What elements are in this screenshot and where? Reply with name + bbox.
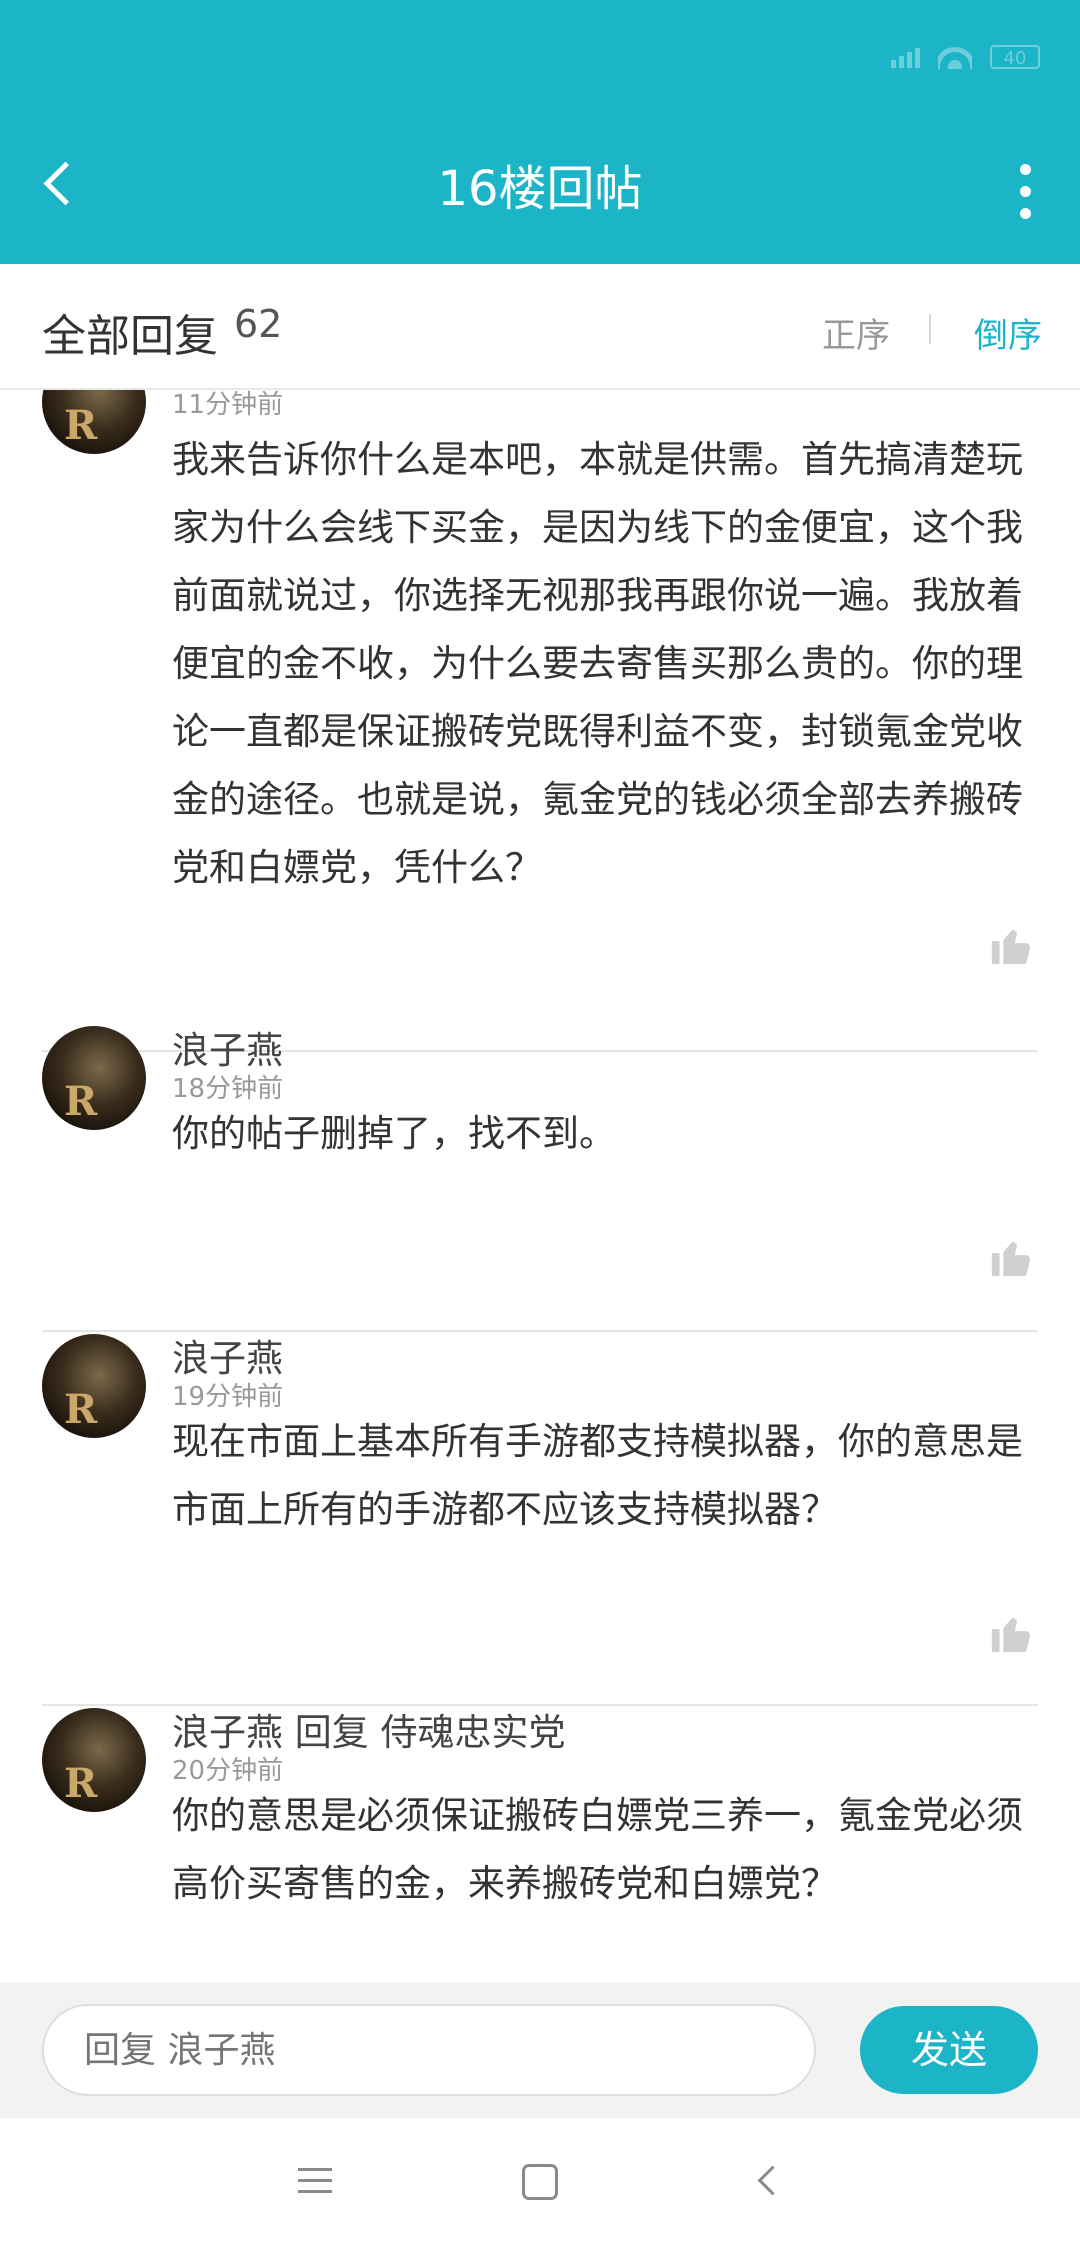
comment-username[interactable]: 浪子燕 回复 侍魂忠实党 xyxy=(172,1702,566,1756)
avatar-letter: R xyxy=(64,402,98,449)
home-icon[interactable] xyxy=(522,2164,558,2200)
avatar-letter: R xyxy=(64,1386,98,1433)
comment-time: 11分钟前 xyxy=(172,390,284,420)
sort-descending-button[interactable]: 倒序 xyxy=(974,308,1042,357)
reply-bar: 发送 xyxy=(0,1982,1080,2118)
avatar[interactable]: R xyxy=(42,1026,146,1130)
avatar-letter: R xyxy=(64,1760,98,1807)
comment-content: 我来告诉你什么是本吧，本就是供需。首先搞清楚玩家为什么会线下买金，是因为线下的金… xyxy=(172,438,1023,889)
replies-header: 全部回复 62 正序 倒序 xyxy=(0,264,1080,390)
nav-back-icon[interactable] xyxy=(752,2164,782,2198)
comment-username[interactable]: 浪子燕 xyxy=(172,1020,283,1074)
avatar[interactable]: R xyxy=(42,1708,146,1812)
sort-ascending-button[interactable]: 正序 xyxy=(822,308,890,357)
thumbs-up-icon[interactable] xyxy=(988,1610,1034,1656)
thumbs-up-icon[interactable] xyxy=(988,922,1034,968)
system-nav-bar xyxy=(0,2118,1080,2248)
all-replies-label: 全部回复 xyxy=(42,311,218,362)
comment-content: 现在市面上基本所有手游都支持模拟器，你的意思是市面上所有的手游都不应该支持模拟器… xyxy=(172,1420,1023,1531)
menu-icon[interactable] xyxy=(298,2166,332,2196)
avatar-letter: R xyxy=(64,1078,98,1125)
thumbs-up-icon[interactable] xyxy=(988,1234,1034,1280)
battery-icon: 40 xyxy=(990,45,1040,69)
comment-content: 你的帖子删掉了，找不到。 xyxy=(172,1112,616,1155)
app-bar: 40 16楼回帖 xyxy=(0,0,1080,264)
sort-divider xyxy=(929,314,931,344)
reply-count: 62 xyxy=(234,302,283,346)
comment-content: 你的意思是必须保证搬砖白嫖党三养一，氪金党必须高价买寄售的金，来养搬砖党和白嫖党… xyxy=(172,1794,1023,1905)
reply-input[interactable] xyxy=(42,2004,816,2096)
avatar[interactable]: R xyxy=(42,1334,146,1438)
wifi-icon xyxy=(938,45,972,69)
comment-username[interactable]: 浪子燕 xyxy=(172,1328,283,1382)
signal-icon xyxy=(891,46,920,68)
status-bar: 40 xyxy=(891,40,1040,74)
page-title: 16楼回帖 xyxy=(437,161,643,217)
send-button[interactable]: 发送 xyxy=(860,2006,1038,2094)
avatar[interactable]: R xyxy=(42,390,146,454)
comment-list[interactable]: R 11分钟前 我来告诉你什么是本吧，本就是供需。首先搞清楚玩家为什么会线下买金… xyxy=(0,390,1080,1982)
more-vertical-icon[interactable] xyxy=(990,156,1060,226)
